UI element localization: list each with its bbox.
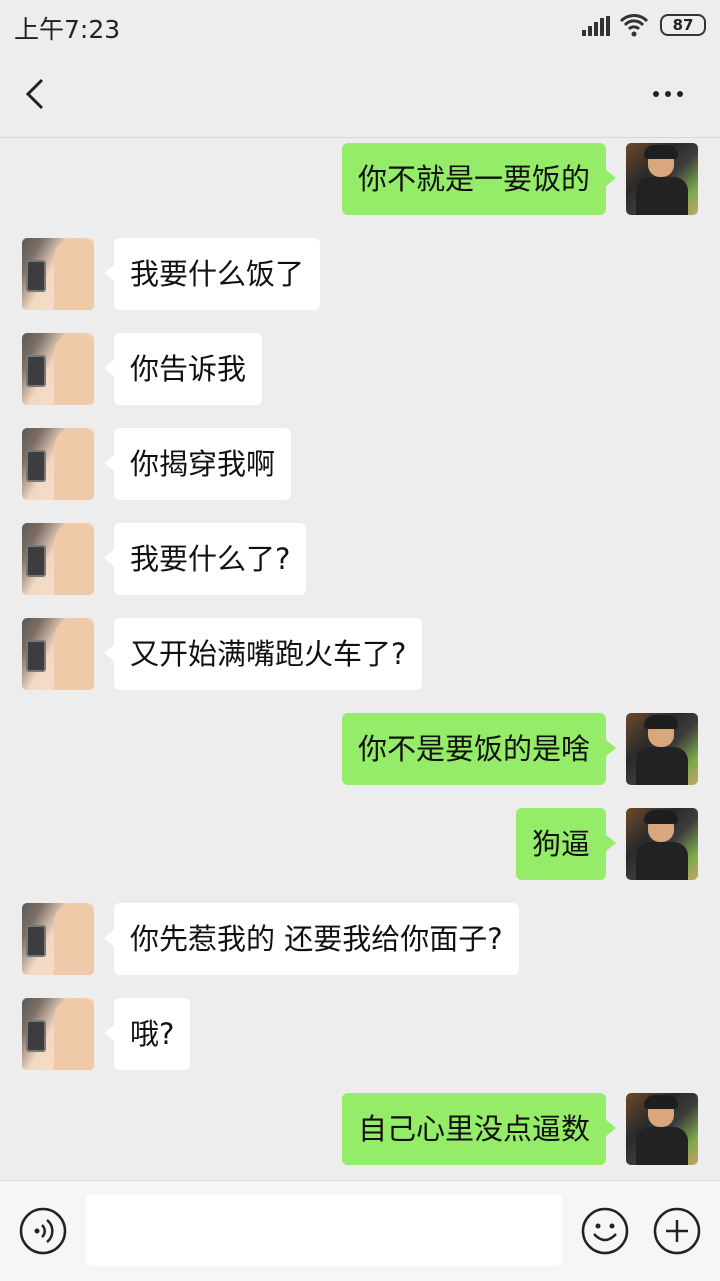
self-avatar[interactable] xyxy=(626,1093,698,1165)
contact-avatar[interactable] xyxy=(22,238,94,310)
message-bubble-other[interactable]: 又开始满嘴跑火车了? xyxy=(103,618,423,690)
voice-icon[interactable] xyxy=(18,1206,68,1256)
contact-avatar[interactable] xyxy=(22,523,94,595)
battery-level: 87 xyxy=(672,16,694,34)
status-time: 上午7:23 xyxy=(14,15,121,44)
chat-area[interactable]: 你不就是一要饭的 我要什么饭了 你告诉我 你揭穿我啊 我要什么了? 又开始满嘴跑… xyxy=(0,138,720,1178)
message-bubble-self[interactable]: 你不就是一要饭的 xyxy=(341,143,617,215)
more-dots-icon[interactable] xyxy=(648,80,688,108)
status-bar: 上午7:23 87 xyxy=(0,0,720,52)
self-avatar[interactable] xyxy=(626,808,698,880)
chat-header xyxy=(0,52,720,138)
contact-avatar[interactable] xyxy=(22,998,94,1070)
battery-icon: 87 xyxy=(660,14,706,36)
plus-icon[interactable] xyxy=(652,1206,702,1256)
input-bar xyxy=(0,1180,720,1281)
contact-avatar[interactable] xyxy=(22,618,94,690)
contact-avatar[interactable] xyxy=(22,428,94,500)
message-bubble-self[interactable]: 你不是要饭的是啥 xyxy=(341,713,617,785)
message-input[interactable] xyxy=(86,1194,562,1266)
message-bubble-other[interactable]: 我要什么了? xyxy=(103,523,307,595)
message-bubble-other[interactable]: 你先惹我的 还要我给你面子? xyxy=(104,903,519,975)
message-bubble-other[interactable]: 哦? xyxy=(103,998,191,1070)
chevron-left-icon[interactable] xyxy=(18,74,58,114)
message-bubble-other[interactable]: 你告诉我 xyxy=(103,333,263,405)
contact-avatar[interactable] xyxy=(22,333,94,405)
message-bubble-other[interactable]: 我要什么饭了 xyxy=(103,238,321,310)
wifi-icon xyxy=(619,14,649,37)
message-bubble-self[interactable]: 狗逼 xyxy=(515,808,617,880)
self-avatar[interactable] xyxy=(626,713,698,785)
self-avatar[interactable] xyxy=(626,143,698,215)
signal-icon xyxy=(582,16,610,36)
message-bubble-self[interactable]: 自己心里没点逼数 xyxy=(341,1093,617,1165)
message-bubble-other[interactable]: 你揭穿我啊 xyxy=(103,428,292,500)
contact-avatar[interactable] xyxy=(22,903,94,975)
emoji-icon[interactable] xyxy=(580,1206,630,1256)
